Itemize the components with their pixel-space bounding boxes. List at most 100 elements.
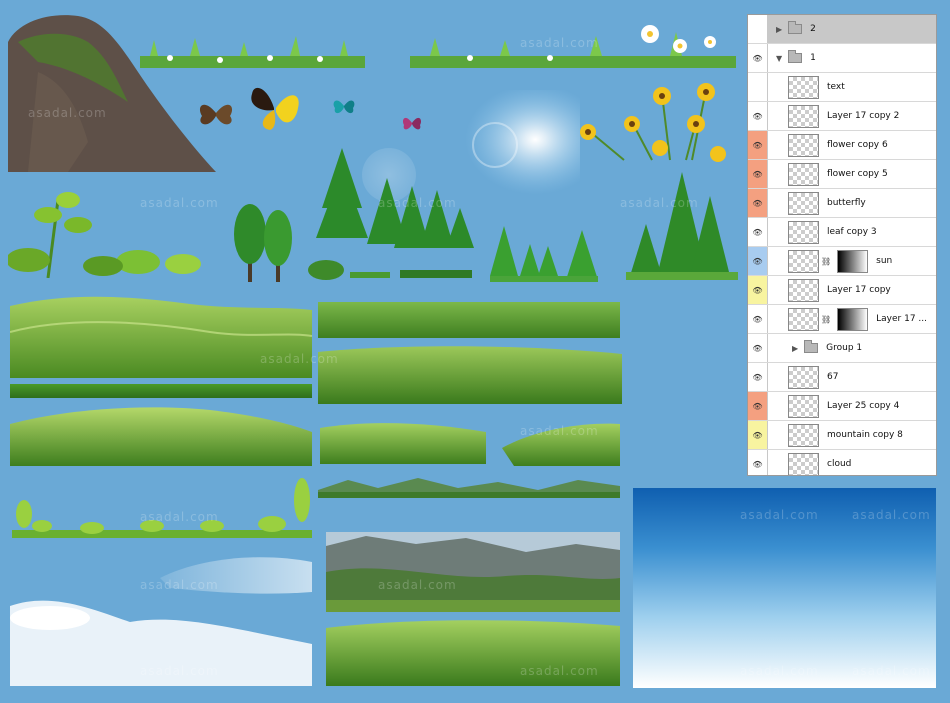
layer-group-row[interactable]: 👁 ▶ Group 1 bbox=[748, 334, 936, 363]
layer-thumbnail bbox=[788, 75, 819, 99]
small-trees-image bbox=[490, 226, 598, 282]
layer-row[interactable]: text bbox=[748, 73, 936, 102]
layer-name: Layer 17 copy 2 bbox=[827, 111, 900, 121]
watermark-text: asadal.com bbox=[140, 196, 219, 210]
visibility-toggle[interactable]: 👁 bbox=[748, 276, 768, 304]
layer-thumbnail bbox=[788, 191, 819, 215]
layer-thumbnail bbox=[788, 365, 819, 389]
watermark-text: asadal.com bbox=[740, 508, 819, 522]
visibility-toggle[interactable]: 👁 bbox=[748, 247, 768, 275]
butterfly-yellow bbox=[251, 87, 299, 130]
layer-row[interactable]: 👁 flower copy 5 bbox=[748, 160, 936, 189]
eye-icon: 👁 bbox=[752, 314, 763, 324]
layer-thumbnail bbox=[788, 220, 819, 244]
visibility-toggle[interactable] bbox=[748, 15, 768, 43]
layer-name: butterfly bbox=[827, 198, 866, 208]
eye-icon: 👁 bbox=[752, 372, 763, 382]
layer-thumbnail bbox=[788, 394, 819, 418]
watermark-text: asadal.com bbox=[740, 664, 819, 678]
hedge-image bbox=[308, 260, 472, 280]
butterfly-pink bbox=[402, 117, 422, 130]
visibility-toggle[interactable]: 👁 bbox=[748, 363, 768, 391]
layer-thumbnail bbox=[788, 307, 819, 331]
grass-mound-image bbox=[10, 407, 312, 466]
visibility-toggle[interactable]: 👁 bbox=[748, 102, 768, 130]
layer-row[interactable]: 👁 butterfly bbox=[748, 189, 936, 218]
folder-icon bbox=[804, 340, 819, 353]
layer-name: Layer 17 ... bbox=[876, 314, 928, 324]
watermark-text: asadal.com bbox=[140, 578, 219, 592]
layer-thumbnail bbox=[788, 452, 819, 475]
visibility-toggle[interactable]: 👁 bbox=[748, 450, 768, 475]
layer-thumbnail bbox=[788, 278, 819, 302]
layer-row[interactable]: 👁 mountain copy 8 bbox=[748, 421, 936, 450]
layer-thumbnail bbox=[788, 162, 819, 186]
layer-row[interactable]: 👁 Layer 17 copy 2 bbox=[748, 102, 936, 131]
layer-thumbnail bbox=[788, 423, 819, 447]
watermark-text: asadal.com bbox=[620, 196, 699, 210]
mountain-valley-image bbox=[326, 532, 620, 612]
grass-strip-thin bbox=[10, 384, 312, 398]
layer-name: 67 bbox=[827, 372, 839, 382]
layer-name: text bbox=[827, 82, 845, 92]
visibility-toggle[interactable]: 👁 bbox=[748, 160, 768, 188]
layers-panel[interactable]: ▶ 2 👁 ▼ 1 text 👁 Layer 17 copy 2 👁 flower copy 6 👁… bbox=[747, 14, 937, 476]
watermark-text: asadal.com bbox=[378, 196, 457, 210]
visibility-toggle[interactable]: 👁 bbox=[748, 421, 768, 449]
watermark-text: asadal.com bbox=[852, 664, 931, 678]
visibility-toggle[interactable]: 👁 bbox=[748, 218, 768, 246]
twin-trees-image bbox=[234, 204, 292, 282]
leaves-cluster-image bbox=[8, 192, 201, 278]
visibility-toggle[interactable]: 👁 bbox=[748, 44, 768, 72]
layer-name: Layer 17 copy bbox=[827, 285, 891, 295]
eye-icon: 👁 bbox=[752, 169, 763, 179]
butterfly-teal bbox=[333, 100, 355, 114]
layer-row[interactable]: 👁 67 bbox=[748, 363, 936, 392]
eye-icon: 👁 bbox=[752, 140, 763, 150]
visibility-toggle[interactable]: 👁 bbox=[748, 189, 768, 217]
layer-row[interactable]: 👁 ⛓ sun bbox=[748, 247, 936, 276]
layer-name: flower copy 6 bbox=[827, 140, 888, 150]
eye-icon: 👁 bbox=[752, 430, 763, 440]
grass-daisy-strip-left bbox=[140, 36, 365, 68]
layer-name: mountain copy 8 bbox=[827, 430, 903, 440]
layer-name: 1 bbox=[810, 53, 816, 63]
eye-icon: 👁 bbox=[752, 111, 763, 121]
layer-row[interactable]: 👁 leaf copy 3 bbox=[748, 218, 936, 247]
layer-name: sun bbox=[876, 256, 893, 266]
visibility-toggle[interactable]: 👁 bbox=[748, 334, 768, 362]
eye-icon: 👁 bbox=[752, 285, 763, 295]
visibility-toggle[interactable]: 👁 bbox=[748, 392, 768, 420]
eye-icon: 👁 bbox=[752, 53, 763, 63]
expand-arrow-icon[interactable]: ▶ bbox=[792, 344, 798, 353]
layer-group-row[interactable]: 👁 ▼ 1 bbox=[748, 44, 936, 73]
eye-icon: 👁 bbox=[752, 256, 763, 266]
folder-icon bbox=[788, 21, 803, 34]
eye-icon: 👁 bbox=[752, 401, 763, 411]
distant-mountains-strip bbox=[318, 478, 620, 498]
expand-arrow-icon[interactable]: ▶ bbox=[776, 25, 782, 34]
butterfly-brown bbox=[199, 104, 233, 125]
eye-icon: 👁 bbox=[752, 459, 763, 469]
layer-row[interactable]: 👁 Layer 25 copy 4 bbox=[748, 392, 936, 421]
layer-mask-thumbnail bbox=[837, 249, 869, 273]
link-icon[interactable]: ⛓ bbox=[821, 257, 831, 266]
link-icon[interactable]: ⛓ bbox=[821, 315, 831, 324]
layer-group-row[interactable]: ▶ 2 bbox=[748, 15, 936, 44]
watermark-text: asadal.com bbox=[520, 664, 599, 678]
eye-icon: 👁 bbox=[752, 198, 763, 208]
layer-name: Layer 25 copy 4 bbox=[827, 401, 900, 411]
layer-row[interactable]: 👁 cloud bbox=[748, 450, 936, 475]
visibility-toggle[interactable]: 👁 bbox=[748, 305, 768, 333]
layer-row[interactable]: 👁 Layer 17 copy bbox=[748, 276, 936, 305]
watermark-text: asadal.com bbox=[520, 424, 599, 438]
layer-name: leaf copy 3 bbox=[827, 227, 877, 237]
visibility-toggle[interactable]: 👁 bbox=[748, 131, 768, 159]
layer-name: Group 1 bbox=[826, 343, 863, 353]
collapse-arrow-icon[interactable]: ▼ bbox=[776, 54, 782, 63]
layer-thumbnail bbox=[788, 133, 819, 157]
layer-row[interactable]: 👁 flower copy 6 bbox=[748, 131, 936, 160]
layer-row[interactable]: 👁 ⛓ Layer 17 ... bbox=[748, 305, 936, 334]
forest-cluster-image bbox=[626, 172, 738, 280]
visibility-toggle[interactable] bbox=[748, 73, 768, 101]
